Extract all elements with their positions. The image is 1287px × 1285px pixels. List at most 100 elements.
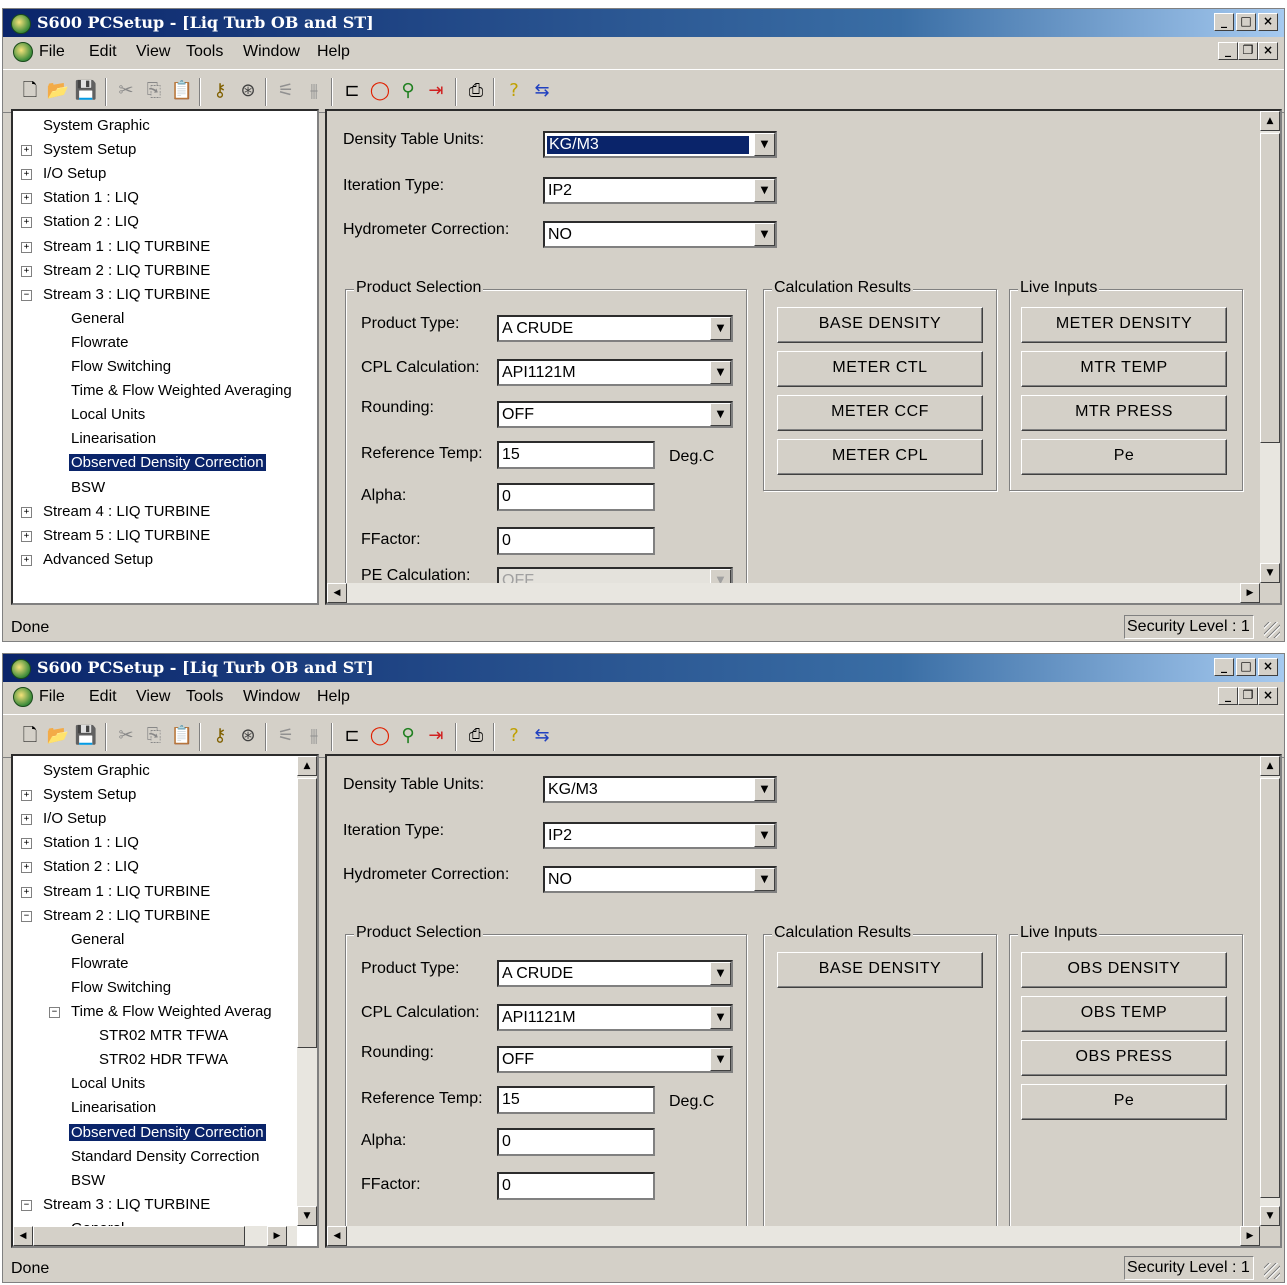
mdi-close-button[interactable]: ×: [1258, 42, 1278, 60]
tree-vertical-scrollbar[interactable]: ▲ ▼: [297, 756, 317, 1226]
tree-item[interactable]: Stream 5 : LIQ TURBINE: [43, 525, 210, 546]
expand-icon[interactable]: +: [21, 506, 32, 518]
density-table-units-combo[interactable]: KG/M3 ▼: [543, 776, 777, 803]
scroll-thumb[interactable]: [297, 778, 317, 1048]
tool2-icon[interactable]: ⫵: [301, 78, 327, 104]
tree-item[interactable]: System Setup: [43, 784, 136, 805]
menu-window[interactable]: Window: [243, 43, 300, 61]
tree-item[interactable]: Stream 1 : LIQ TURBINE: [43, 881, 210, 902]
tree-item[interactable]: I/O Setup: [43, 163, 106, 184]
chevron-down-icon[interactable]: ▼: [754, 179, 775, 202]
title-bar[interactable]: S600 PCSetup - [Liq Turb OB and ST] _ □ …: [3, 654, 1284, 682]
ffactor-input[interactable]: 0: [497, 527, 655, 555]
meter-cpl-button[interactable]: METER CPL: [777, 439, 983, 475]
scroll-left-icon[interactable]: ◀: [327, 1226, 347, 1246]
app-icon[interactable]: [11, 659, 31, 679]
expand-icon[interactable]: +: [21, 886, 32, 898]
expand-icon[interactable]: +: [21, 145, 32, 157]
mdi-restore-button[interactable]: ❐: [1238, 42, 1258, 60]
tree-item[interactable]: System Graphic: [43, 760, 150, 781]
chevron-down-icon[interactable]: ▼: [710, 1006, 731, 1029]
save-icon[interactable]: 💾: [73, 78, 99, 104]
hydrometer-correction-combo[interactable]: NO ▼: [543, 221, 777, 248]
collapse-icon[interactable]: −: [21, 1199, 32, 1211]
module-icon[interactable]: ⊏: [339, 78, 365, 104]
tree-item[interactable]: Station 2 : LIQ: [43, 211, 139, 232]
pe-button[interactable]: Pe: [1021, 439, 1227, 475]
title-bar[interactable]: S600 PCSetup - [Liq Turb OB and ST] _ □ …: [3, 9, 1284, 37]
module-icon[interactable]: ⊏: [339, 723, 365, 749]
menu-help[interactable]: Help: [317, 43, 350, 61]
scroll-up-icon[interactable]: ▲: [1260, 111, 1280, 131]
maximize-button[interactable]: □: [1236, 658, 1256, 676]
cpl-calculation-combo[interactable]: API1121M ▼: [497, 1004, 733, 1031]
tree-item[interactable]: General: [71, 929, 124, 950]
density-table-units-combo[interactable]: KG/M3 ▼: [543, 131, 777, 158]
help-icon[interactable]: ?: [501, 78, 527, 104]
meter-density-button[interactable]: METER DENSITY: [1021, 307, 1227, 343]
chevron-down-icon[interactable]: ▼: [710, 1048, 731, 1071]
scroll-thumb[interactable]: [1260, 778, 1280, 1198]
menu-edit[interactable]: Edit: [89, 688, 117, 706]
tree-item[interactable]: Station 2 : LIQ: [43, 856, 139, 877]
expand-icon[interactable]: +: [21, 193, 32, 205]
pe-button[interactable]: Pe: [1021, 1084, 1227, 1120]
iteration-type-combo[interactable]: IP2 ▼: [543, 177, 777, 204]
chevron-down-icon[interactable]: ▼: [710, 317, 731, 340]
meter-ccf-button[interactable]: METER CCF: [777, 395, 983, 431]
cpl-calculation-combo[interactable]: API1121M ▼: [497, 359, 733, 386]
stop-icon[interactable]: ◯: [367, 723, 393, 749]
mdi-minimize-button[interactable]: _: [1218, 42, 1238, 60]
resize-grip-icon[interactable]: [1264, 622, 1280, 638]
new-icon[interactable]: 🗋: [17, 723, 43, 749]
menu-tools[interactable]: Tools: [186, 688, 223, 706]
open-icon[interactable]: 📂: [45, 723, 71, 749]
copy-icon[interactable]: ⎘: [141, 78, 167, 104]
tree-item[interactable]: Time & Flow Weighted Averaging: [71, 380, 292, 401]
horizontal-scrollbar[interactable]: ◀ ▶: [327, 583, 1260, 603]
collapse-icon[interactable]: −: [21, 289, 32, 301]
tree-item[interactable]: Time & Flow Weighted Averag: [71, 1001, 272, 1022]
mdi-close-button[interactable]: ×: [1258, 687, 1278, 705]
expand-icon[interactable]: +: [21, 265, 32, 277]
connect-icon[interactable]: ⊛: [235, 78, 261, 104]
scroll-down-icon[interactable]: ▼: [1260, 1206, 1280, 1226]
tool2-icon[interactable]: ⫵: [301, 723, 327, 749]
tree-item[interactable]: System Graphic: [43, 115, 150, 136]
tree-item[interactable]: Stream 4 : LIQ TURBINE: [43, 501, 210, 522]
arrow-icon[interactable]: ⇥: [423, 78, 449, 104]
close-button[interactable]: ×: [1258, 13, 1278, 31]
tree-item[interactable]: Local Units: [71, 404, 145, 425]
alpha-input[interactable]: 0: [497, 483, 655, 511]
tree-item[interactable]: Flowrate: [71, 953, 129, 974]
chevron-down-icon[interactable]: ▼: [754, 868, 775, 891]
expand-icon[interactable]: +: [21, 838, 32, 850]
chevron-down-icon[interactable]: ▼: [710, 361, 731, 384]
save-icon[interactable]: 💾: [73, 723, 99, 749]
scroll-up-icon[interactable]: ▲: [1260, 756, 1280, 776]
navigation-tree[interactable]: System Graphic + System Setup + I/O Setup + St…: [11, 754, 319, 1248]
mdi-restore-button[interactable]: ❐: [1238, 687, 1258, 705]
expand-icon[interactable]: +: [21, 814, 32, 826]
tree-item[interactable]: Stream 2 : LIQ TURBINE: [43, 905, 210, 926]
tree-item[interactable]: Stream 3 : LIQ TURBINE: [43, 284, 210, 305]
product-type-combo[interactable]: A CRUDE ▼: [497, 960, 733, 987]
tree-item[interactable]: Advanced Setup: [43, 549, 153, 570]
vertical-scrollbar[interactable]: ▲ ▼: [1260, 756, 1280, 1226]
expand-icon[interactable]: +: [21, 169, 32, 181]
alpha-input[interactable]: 0: [497, 1128, 655, 1156]
mtr-press-button[interactable]: MTR PRESS: [1021, 395, 1227, 431]
scroll-up-icon[interactable]: ▲: [297, 756, 317, 776]
rounding-combo[interactable]: OFF ▼: [497, 1046, 733, 1073]
mtr-temp-button[interactable]: MTR TEMP: [1021, 351, 1227, 387]
tree-item[interactable]: Standard Density Correction: [71, 1146, 259, 1167]
expand-icon[interactable]: +: [21, 241, 32, 253]
menu-file[interactable]: File: [39, 43, 65, 61]
chevron-down-icon[interactable]: ▼: [754, 778, 775, 801]
maximize-button[interactable]: □: [1236, 13, 1256, 31]
scroll-thumb[interactable]: [33, 1226, 245, 1246]
obs-press-button[interactable]: OBS PRESS: [1021, 1040, 1227, 1076]
mdi-minimize-button[interactable]: _: [1218, 687, 1238, 705]
scroll-left-icon[interactable]: ◀: [13, 1226, 33, 1246]
key-icon[interactable]: ⚷: [207, 78, 233, 104]
